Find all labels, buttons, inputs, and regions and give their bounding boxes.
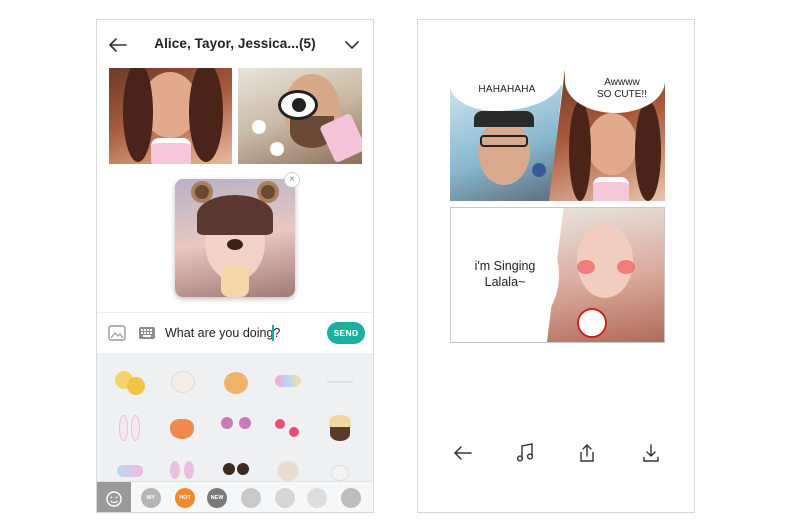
back-button[interactable] [107, 34, 129, 56]
tab-new[interactable]: NEW [207, 488, 227, 508]
eye-pupil [292, 98, 306, 112]
sticker-grid [97, 353, 373, 481]
paw-sticker [270, 142, 284, 156]
comic-preview-screen: HAHAHAHA Awwww SO CUTE!! i'm Singing Lal… [417, 19, 695, 513]
blush-sticker [617, 260, 635, 274]
text-caret [272, 325, 274, 341]
puppy-ear-left [191, 181, 213, 203]
paw-sticker [252, 120, 266, 134]
icecream-sticker [221, 265, 249, 297]
music-button[interactable] [514, 442, 536, 464]
sticker-hearts[interactable] [273, 413, 303, 443]
tab-bunny[interactable] [275, 488, 295, 508]
sticker-mouse[interactable] [221, 413, 251, 443]
sticker-fox[interactable] [167, 413, 197, 443]
smiley-history-icon [106, 490, 122, 507]
tab-history[interactable] [97, 482, 131, 512]
back-button[interactable] [452, 442, 474, 464]
comic-panel-3[interactable]: i'm Singing Lalala~ [450, 207, 665, 343]
sticker-rainbow-ears[interactable] [273, 367, 303, 397]
image-button[interactable] [107, 323, 127, 343]
hair [189, 68, 223, 162]
cake-sticker [593, 177, 629, 201]
speech-bubble-2-line-2: SO CUTE!! [596, 89, 647, 100]
comic-panel-3-photo [547, 208, 664, 342]
chat-header: Alice, Tayor, Jessica...(5) [97, 20, 373, 68]
chat-title: Alice, Tayor, Jessica...(5) [154, 36, 316, 51]
speech-bubble-2-line-1: Awwww [604, 77, 640, 88]
tab-my-label: MY [146, 495, 156, 501]
participant-face [587, 113, 637, 175]
sticker-bunny-ears[interactable] [115, 413, 145, 443]
send-button[interactable]: SEND [327, 322, 365, 344]
music-note-icon [516, 443, 534, 462]
speech-bubble-3: i'm Singing Lalala~ [451, 208, 559, 342]
comic-panel-2[interactable]: Awwww SO CUTE!! [549, 67, 665, 201]
tab-face[interactable] [341, 488, 361, 508]
puppy-nose-sticker [227, 239, 243, 250]
sticker-pink-ears[interactable] [167, 459, 197, 481]
doodle-sticker [532, 163, 546, 177]
video-tile-alice[interactable] [109, 68, 232, 164]
sticker-grandma[interactable] [273, 459, 303, 481]
tab-bow[interactable] [307, 488, 327, 508]
speech-bubble-3-line-1: i'm Singing [474, 259, 536, 273]
message-input-bar: SEND [97, 312, 373, 352]
download-icon [643, 444, 659, 462]
glasses-sticker [480, 135, 528, 147]
sticker-beard[interactable] [325, 413, 355, 443]
hat-sticker [474, 111, 534, 127]
share-icon [580, 444, 594, 462]
video-tile-self[interactable] [175, 179, 295, 297]
speech-bubble-3-line-2: Lalala~ [484, 275, 526, 289]
blush-sticker [577, 260, 595, 274]
keyboard-icon [139, 327, 155, 339]
chevron-down-icon [345, 40, 359, 49]
participants-dropdown-button[interactable] [341, 34, 363, 56]
sticker-puppy[interactable] [167, 367, 197, 397]
arrow-left-icon [109, 38, 127, 52]
hair [123, 68, 153, 162]
hair [569, 101, 591, 201]
comic-toolbar [418, 438, 694, 468]
arrow-left-icon [454, 446, 472, 460]
tab-my[interactable]: MY [141, 488, 161, 508]
puppy-ear-right [257, 181, 279, 203]
close-self-video-button[interactable]: × [284, 172, 300, 188]
sticker-rainbow-crown[interactable] [115, 459, 145, 481]
sticker-category-tabs: MY HOT NEW [97, 481, 373, 512]
sticker-kids[interactable] [221, 459, 251, 481]
sticker-cloud[interactable] [325, 459, 355, 481]
chat-screen: Alice, Tayor, Jessica...(5) × What are y… [96, 19, 374, 513]
tab-hot-label: HOT [179, 495, 191, 501]
tab-hot[interactable]: HOT [175, 488, 195, 508]
sticker-kitten[interactable] [221, 367, 251, 397]
character-sticker [577, 308, 607, 338]
sticker-emoji-faces[interactable] [115, 367, 145, 397]
cake-sticker [151, 138, 191, 164]
keyboard-button[interactable] [137, 323, 157, 343]
comic-panel-1[interactable]: HAHAHAHA [450, 67, 564, 201]
video-tile-tayor[interactable] [238, 68, 362, 164]
share-button[interactable] [576, 442, 598, 464]
sticker-whiskers[interactable] [325, 367, 355, 397]
message-input[interactable] [165, 321, 325, 345]
participant-face [478, 119, 530, 185]
tab-cat[interactable] [241, 488, 261, 508]
speech-bubble-1: HAHAHAHA [450, 67, 564, 111]
tab-new-label: NEW [210, 495, 224, 501]
download-button[interactable] [640, 442, 662, 464]
image-icon [108, 325, 126, 341]
hair [635, 101, 661, 201]
